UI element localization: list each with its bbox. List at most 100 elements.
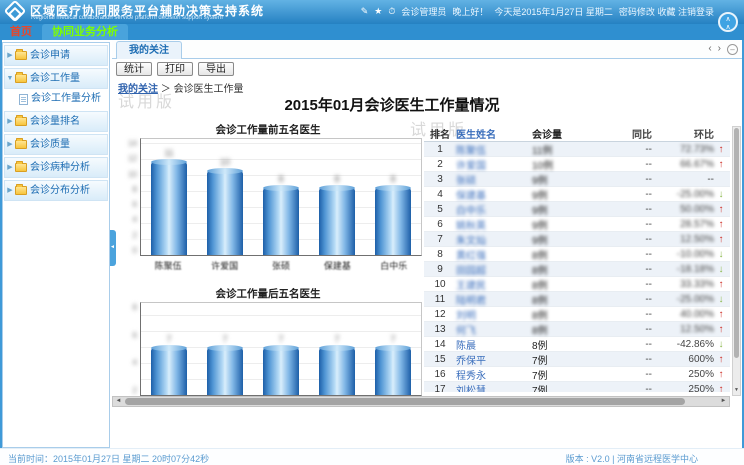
sidebar-collapse-handle[interactable] [110,230,116,266]
doctor-name-link[interactable]: 刘松慧 [456,382,532,392]
rank-cell: 4 [424,189,456,200]
vertical-scrollbar[interactable]: ▼ [732,126,741,396]
collapse-panel-icon[interactable]: – [727,44,738,55]
tab-scroll-left-icon[interactable]: ‹ [708,43,711,55]
x-axis-labels: 陈聚伍许爱国张硕保建基白中乐 [140,259,422,272]
sidebar-subitem[interactable]: 会诊工作量分析 [3,89,109,109]
bar-group: 77777 [141,348,421,395]
tree-toggle-icon[interactable]: ▶ [5,158,15,178]
horizontal-scrollbar-thumb[interactable] [125,398,685,405]
rank-cell: 2 [424,159,456,170]
y-axis-ticks: 8642 [119,303,137,395]
sidebar-item[interactable]: ▶会诊分布分析 [4,180,108,201]
bar-data-label: 7 [222,334,227,344]
sidebar-item[interactable]: ▼会诊工作量 [4,68,108,89]
doctor-name-link[interactable]: 保建基 [456,187,532,202]
rank-cell: 3 [424,174,456,185]
doctor-name-link[interactable]: 刘明 [456,307,532,322]
tree-toggle-icon[interactable]: ▼ [5,69,15,89]
folder-icon [15,51,27,60]
volume-cell: 8例 [532,307,594,322]
rank-cell: 5 [424,204,456,215]
y-axis-ticks: 14121086420 [119,139,137,255]
horizontal-scrollbar[interactable]: ◄ ► [112,396,730,407]
sidebar-item-label: 会诊量排名 [30,112,80,132]
mom-cell: 12.50% [652,324,714,335]
bar-data-label: 11 [164,148,173,158]
trend-down-icon: ↓ [714,189,728,200]
y-tick-label: 2 [133,386,137,395]
doctor-name-link[interactable]: 白中乐 [456,202,532,217]
tree-toggle-icon[interactable]: ▶ [5,181,15,201]
scroll-top-button[interactable]: ∧∧ [718,12,738,32]
export-button[interactable]: 导出 [198,62,234,76]
header-link[interactable]: 密码修改 [619,7,655,17]
yoy-cell: -- [594,234,652,245]
page-title: 2015年01月会诊医生工作量情况 [112,94,672,115]
doctor-name-link[interactable]: 张硕 [456,172,532,187]
star-icon[interactable]: ★ [374,6,382,17]
scroll-left-arrow-icon[interactable]: ◄ [113,397,124,406]
volume-cell: 7例 [532,367,594,382]
tree-toggle-icon[interactable]: ▶ [5,135,15,155]
trend-up-icon: ↑ [714,234,728,245]
scroll-right-arrow-icon[interactable]: ► [718,397,729,406]
folder-icon [15,117,27,126]
doctor-name-link[interactable]: 陈晨 [456,337,532,352]
header-link[interactable]: 注销登录 [678,7,714,17]
doctor-name-link[interactable]: 陈聚伍 [456,142,532,157]
tab-scroll-right-icon[interactable]: › [718,43,721,55]
y-tick-label: 4 [133,358,137,367]
doctor-name-link[interactable]: 朱文灿 [456,232,532,247]
doctor-name-link[interactable]: 田园超 [456,262,532,277]
rank-cell: 6 [424,219,456,230]
y-tick-label: 8 [133,303,137,312]
doctor-name-link[interactable]: 许爱国 [456,157,532,172]
print-button[interactable]: 打印 [157,62,193,76]
volume-cell: 11例 [532,142,594,157]
nav-tab-home[interactable]: 首页 [0,24,42,40]
pencil-icon[interactable]: ✎ [361,6,369,17]
doctor-name-link[interactable]: 王建民 [456,277,532,292]
doctor-name-link[interactable]: 何飞 [456,322,532,337]
sidebar-item[interactable]: ▶ 会诊量排名 [4,111,108,132]
mom-cell: -10.00% [652,249,714,260]
y-tick-label: 6 [133,200,137,209]
yoy-cell: -- [594,324,652,335]
chart-plot-wrap: 864277777 [140,302,422,396]
rank-cell: 9 [424,264,456,275]
table-row: 7朱文灿9例--12.50%↑ [424,232,730,247]
doctor-name-link[interactable]: 姚秋英 [456,217,532,232]
sidebar-item[interactable]: ▶会诊申请 [4,45,108,66]
table-header-cell: 排名 [424,126,456,141]
sidebar-item[interactable]: ▶会诊病种分析 [4,157,108,178]
x-axis-label: 陈聚伍 [143,259,193,272]
stats-button[interactable]: 统计 [116,62,152,76]
yoy-cell: -- [594,279,652,290]
vertical-scrollbar-thumb[interactable] [734,128,739,358]
nav-tab-analysis[interactable]: 协同业务分析 [42,24,128,40]
bar-data-label: 7 [166,334,171,344]
tree-toggle-icon[interactable]: ▶ [5,112,15,132]
doctor-name-link[interactable]: 黄红强 [456,247,532,262]
table-row: 6姚秋英9例--28.57%↑ [424,217,730,232]
bar: 8 [263,188,299,255]
header-link[interactable]: 收藏 [657,7,675,17]
doctor-name-link[interactable]: 乔保平 [456,352,532,367]
volume-cell: 10例 [532,157,594,172]
sidebar-item[interactable]: ▶会诊质量 [4,134,108,155]
tab-my-focus[interactable]: 我的关注 [116,41,182,59]
doctor-name-link[interactable]: 陆明君 [456,292,532,307]
scroll-down-arrow-icon[interactable]: ▼ [733,386,740,395]
yoy-cell: -- [594,264,652,275]
yoy-cell: -- [594,369,652,380]
tree-toggle-icon[interactable]: ▶ [5,46,15,66]
app-logo-icon [4,0,27,22]
doctor-name-link[interactable]: 程秀永 [456,367,532,382]
table-row: 15乔保平7例--600%↑ [424,352,730,367]
yoy-cell: -- [594,339,652,350]
rank-cell: 15 [424,354,456,365]
chart-plot-area: 141210864201110888 [140,138,422,256]
table-row: 10王建民8例--33.33%↑ [424,277,730,292]
clock-icon[interactable]: ⏱ [388,6,395,17]
